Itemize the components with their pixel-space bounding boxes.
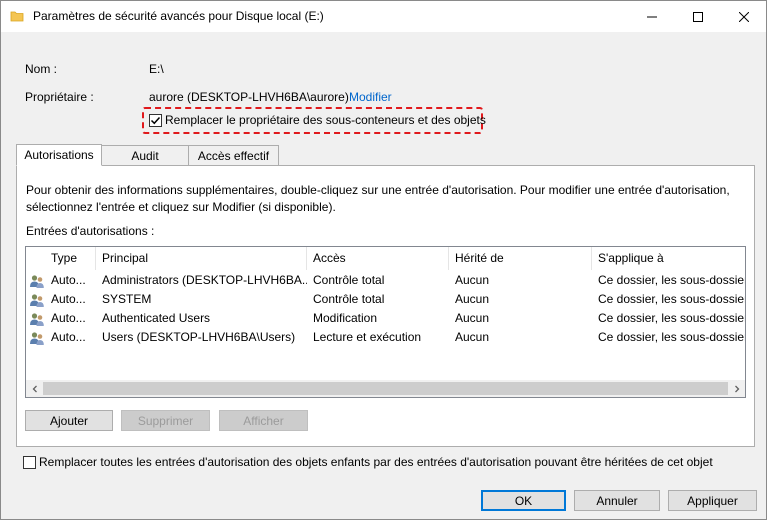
users-group-icon <box>29 330 45 346</box>
change-owner-link[interactable]: Modifier <box>349 90 392 104</box>
tab-effective-access[interactable]: Accès effectif <box>188 145 279 166</box>
cell-inherited: Aucun <box>455 292 490 306</box>
cell-type: Auto... <box>51 330 86 344</box>
replace-owner-label[interactable]: Remplacer le propriétaire des sous-conte… <box>165 113 486 127</box>
apply-button[interactable]: Appliquer <box>668 490 757 511</box>
view-button[interactable]: Afficher <box>219 410 308 431</box>
horizontal-scrollbar[interactable] <box>26 380 745 397</box>
folder-icon <box>10 9 24 23</box>
cell-applies: Ce dossier, les sous-dossiers <box>598 311 745 325</box>
cell-applies: Ce dossier, les sous-dossiers <box>598 292 745 306</box>
checkmark-icon <box>150 116 161 125</box>
cell-applies: Ce dossier, les sous-dossiers <box>598 330 745 344</box>
column-principal[interactable]: Principal <box>96 247 307 270</box>
ok-button[interactable]: OK <box>481 490 566 511</box>
permissions-panel: Pour obtenir des informations supplément… <box>16 165 755 447</box>
cell-type: Auto... <box>51 273 86 287</box>
users-group-icon <box>29 273 45 289</box>
chevron-left-icon <box>32 385 37 392</box>
cell-access: Contrôle total <box>313 273 385 287</box>
cell-access: Lecture et exécution <box>313 330 422 344</box>
chevron-right-icon <box>734 385 739 392</box>
cell-type: Auto... <box>51 292 86 306</box>
replace-children-checkbox[interactable] <box>23 456 36 469</box>
cell-inherited: Aucun <box>455 273 490 287</box>
replace-children-label[interactable]: Remplacer toutes les entrées d'autorisat… <box>39 455 713 469</box>
cell-principal: SYSTEM <box>102 292 152 306</box>
scroll-thumb[interactable] <box>43 382 728 395</box>
cell-applies: Ce dossier, les sous-dossiers <box>598 273 745 287</box>
column-access[interactable]: Accès <box>307 247 449 270</box>
table-row[interactable]: Auto... SYSTEM Contrôle total Aucun Ce d… <box>26 290 745 309</box>
permission-entries-list[interactable]: Type Principal Accès Hérité de S'appliqu… <box>25 246 746 398</box>
replace-owner-checkbox[interactable] <box>149 114 162 127</box>
table-row[interactable]: Auto... Users (DESKTOP-LHVH6BA\Users) Le… <box>26 328 745 347</box>
list-header: Type Principal Accès Hérité de S'appliqu… <box>26 247 745 270</box>
cell-principal: Users (DESKTOP-LHVH6BA\Users) <box>102 330 296 344</box>
maximize-button[interactable] <box>675 1 721 32</box>
column-applies[interactable]: S'applique à <box>592 247 745 270</box>
users-group-icon <box>29 311 45 327</box>
cell-inherited: Aucun <box>455 311 490 325</box>
maximize-icon <box>693 11 703 22</box>
scroll-right-button[interactable] <box>728 380 745 397</box>
advanced-security-dialog: Paramètres de sécurité avancés pour Disq… <box>0 0 767 520</box>
permissions-description: Pour obtenir des informations supplément… <box>26 183 730 214</box>
table-row[interactable]: Auto... Authenticated Users Modification… <box>26 309 745 328</box>
cancel-button[interactable]: Annuler <box>574 490 660 511</box>
name-value: E:\ <box>149 62 164 76</box>
owner-value: aurore (DESKTOP-LHVH6BA\aurore) <box>149 90 349 104</box>
table-row[interactable]: Auto... Administrators (DESKTOP-LHVH6BA.… <box>26 271 745 290</box>
title-bar: Paramètres de sécurité avancés pour Disq… <box>1 1 766 32</box>
owner-label: Propriétaire : <box>25 90 94 104</box>
remove-button[interactable]: Supprimer <box>121 410 210 431</box>
tab-permissions[interactable]: Autorisations <box>16 144 102 166</box>
minimize-icon <box>647 16 657 17</box>
cell-type: Auto... <box>51 311 86 325</box>
minimize-button[interactable] <box>629 1 675 32</box>
close-button[interactable] <box>721 1 767 32</box>
scroll-left-button[interactable] <box>26 380 43 397</box>
tab-audit[interactable]: Audit <box>101 145 189 166</box>
add-button[interactable]: Ajouter <box>25 410 113 431</box>
users-group-icon <box>29 292 45 308</box>
cell-inherited: Aucun <box>455 330 490 344</box>
cell-access: Contrôle total <box>313 292 385 306</box>
column-inherited[interactable]: Hérité de <box>449 247 592 270</box>
cell-principal: Administrators (DESKTOP-LHVH6BA... <box>102 273 307 287</box>
cell-access: Modification <box>313 311 378 325</box>
entries-label: Entrées d'autorisations : <box>26 224 155 238</box>
name-label: Nom : <box>25 62 58 76</box>
column-type[interactable]: Type <box>45 247 96 270</box>
cell-principal: Authenticated Users <box>102 311 211 325</box>
close-icon <box>739 11 749 22</box>
window-title: Paramètres de sécurité avancés pour Disq… <box>33 9 324 23</box>
